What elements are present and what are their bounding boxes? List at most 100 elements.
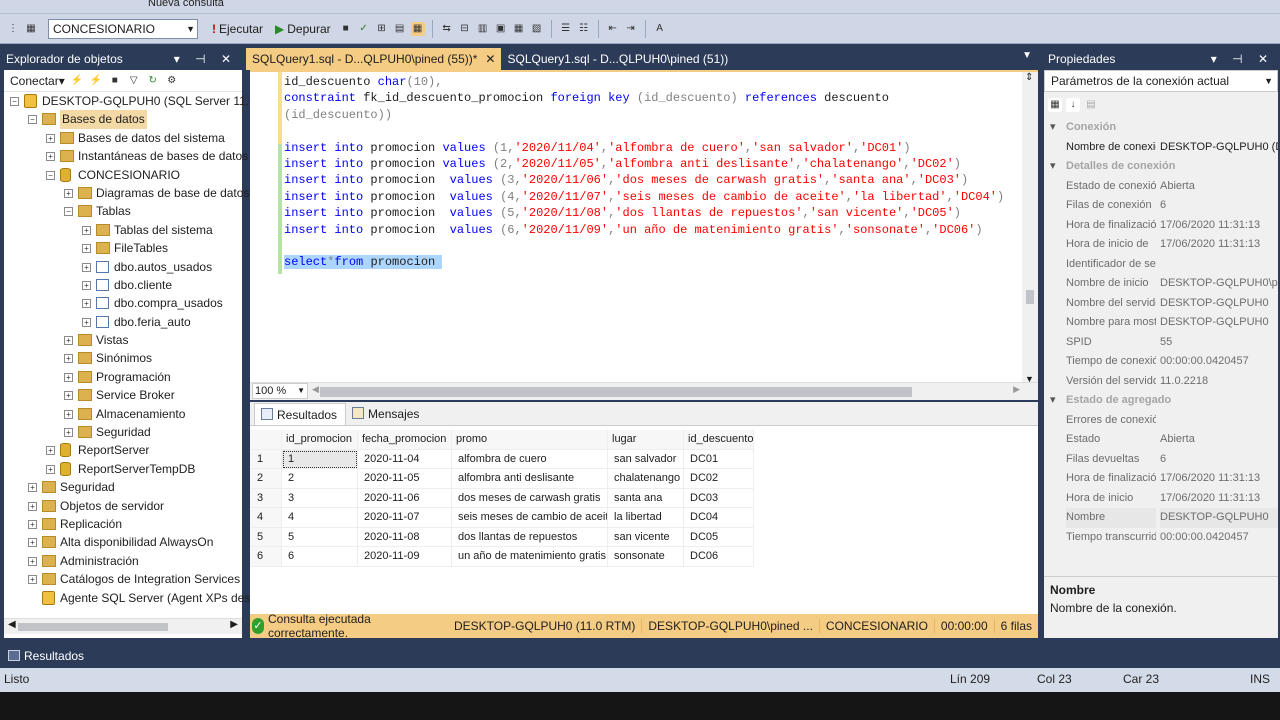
table-row[interactable]: 5 5 2020-11-08 dos llantas de repuestos san … — [250, 527, 754, 547]
results-grid-icon[interactable]: ▦ — [512, 22, 526, 36]
grid-cell[interactable]: san salvador — [608, 449, 684, 469]
property-row[interactable]: Filas devueltas 6 — [1044, 450, 1278, 470]
tree-node[interactable]: + Instantáneas de bases de datos — [4, 147, 248, 165]
expand-icon[interactable]: + — [28, 538, 37, 548]
increase-indent-icon[interactable]: ⇥ — [624, 22, 638, 36]
hscroll-thumb[interactable] — [320, 387, 912, 397]
tree-node[interactable]: + dbo.compra_usados — [4, 294, 242, 312]
grid-cell[interactable]: 1 — [282, 449, 358, 469]
grid-cell[interactable]: san vicente — [608, 527, 684, 547]
property-row[interactable]: Versión del servidor 11.0.2218 — [1044, 372, 1278, 392]
decrease-indent-icon[interactable]: ⇤ — [606, 22, 620, 36]
tree-node[interactable]: + Administración — [4, 552, 242, 570]
grid-cell[interactable]: alfombra anti deslisante — [452, 469, 608, 489]
column-header[interactable]: id_descuento — [684, 430, 754, 450]
categorized-icon[interactable]: ▦ — [1048, 98, 1062, 112]
property-row[interactable]: Nombre para mostrar DESKTOP-GQLPUH0 — [1044, 313, 1278, 333]
results-text-icon[interactable]: ▣ — [494, 22, 508, 36]
tab-query-1[interactable]: SQLQuery1.sql - D...QLPUH0\pined (55))* ✕ — [246, 48, 502, 70]
tree-node[interactable]: + dbo.cliente — [4, 276, 242, 294]
include-plan-icon[interactable]: ⊟ — [458, 22, 472, 36]
grid-cell[interactable]: DC01 — [684, 449, 754, 469]
grid-cell[interactable]: seis meses de cambio de aceite — [452, 508, 608, 528]
grid-cell[interactable]: un año de matenimiento gratis — [452, 547, 608, 567]
tree-node[interactable]: + FileTables — [4, 239, 242, 257]
grid-cell[interactable]: DC04 — [684, 508, 754, 528]
property-row[interactable]: Hora de inicio 17/06/2020 11:31:13 — [1044, 489, 1278, 509]
scroll-thumb[interactable] — [18, 623, 168, 631]
object-explorer-hscrollbar[interactable]: ◀ ▶ — [4, 618, 242, 634]
editor-vscrollbar[interactable]: ⇕ ▼ — [1022, 72, 1038, 384]
table-row[interactable]: 1 1 2020-11-04 alfombra de cuero san salvado… — [250, 449, 754, 469]
expand-icon[interactable]: + — [64, 354, 73, 364]
tab-results[interactable]: Resultados — [254, 403, 347, 425]
grid-cell[interactable]: 6 — [282, 547, 358, 567]
scroll-left-icon[interactable]: ◀ — [8, 619, 16, 630]
property-pages-icon[interactable]: ▤ — [1084, 98, 1098, 112]
tree-node[interactable]: + Bases de datos del sistema — [4, 129, 242, 147]
expand-icon[interactable]: + — [82, 262, 91, 272]
property-category[interactable]: ▾ Estado de agregado — [1044, 391, 1278, 411]
collapse-icon[interactable]: − — [28, 115, 37, 125]
intellisense-icon[interactable]: ⇆ — [440, 22, 454, 36]
grid-cell[interactable]: DC02 — [684, 469, 754, 489]
expand-icon[interactable]: + — [28, 483, 37, 493]
grid-cell[interactable]: DC03 — [684, 488, 754, 508]
tree-node[interactable]: − Tablas — [4, 202, 242, 220]
property-row[interactable]: Nombre DESKTOP-GQLPUH0 — [1044, 508, 1278, 528]
tree-node[interactable]: + Tablas del sistema — [4, 221, 242, 239]
expand-icon[interactable]: + — [64, 391, 73, 401]
grid-cell[interactable]: 2020-11-05 — [358, 469, 452, 489]
property-row[interactable]: Nombre del servidor DESKTOP-GQLPUH0 — [1044, 294, 1278, 314]
expand-icon[interactable]: + — [28, 519, 37, 529]
collapse-icon[interactable]: − — [64, 207, 73, 217]
tree-node[interactable]: + Replicación — [4, 515, 242, 533]
row-number[interactable]: 4 — [250, 508, 282, 528]
row-number[interactable]: 5 — [250, 527, 282, 547]
grid-cell[interactable]: alfombra de cuero — [452, 449, 608, 469]
column-header[interactable]: fecha_promocion — [358, 430, 452, 450]
disconnect-icon[interactable]: ⚡ — [89, 74, 103, 88]
database-selector[interactable]: CONCESIONARIO ▼ — [48, 18, 198, 39]
tree-node[interactable]: + Programación — [4, 368, 242, 386]
scroll-thumb[interactable] — [1026, 290, 1034, 304]
grid-cell[interactable]: 3 — [282, 488, 358, 508]
column-header[interactable]: id_promocion — [282, 430, 358, 450]
property-row[interactable]: Filas de conexión 6 — [1044, 196, 1278, 216]
grid-cell[interactable]: sonsonate — [608, 547, 684, 567]
panel-controls[interactable]: ▾ ⊣ ✕ — [174, 48, 237, 70]
debug-button[interactable]: ▶ Depurar — [271, 22, 335, 36]
cancel-query-icon[interactable]: ■ — [339, 22, 353, 36]
expand-icon[interactable]: + — [46, 446, 55, 456]
property-row[interactable]: Tiempo de conexión 00:00:00.0420457 — [1044, 352, 1278, 372]
grid-cell[interactable]: 2020-11-08 — [358, 527, 452, 547]
grid-cell[interactable]: 5 — [282, 527, 358, 547]
property-row[interactable]: Nombre de inicio DESKTOP-GQLPUH0\pined — [1044, 274, 1278, 294]
tree-node[interactable]: + Alta disponibilidad AlwaysOn — [4, 533, 242, 551]
tree-node[interactable]: + Service Broker — [4, 386, 242, 404]
expand-icon[interactable]: + — [64, 372, 73, 382]
collapse-icon[interactable]: − — [46, 170, 55, 180]
grid-cell[interactable]: dos llantas de repuestos — [452, 527, 608, 547]
tree-node[interactable]: − DESKTOP-GQLPUH0 (SQL Server 11.0.2218 — [4, 92, 286, 110]
tree-node[interactable]: + Objetos de servidor — [4, 497, 242, 515]
table-row[interactable]: 4 4 2020-11-07 seis meses de cambio de acei… — [250, 508, 754, 528]
table-row[interactable]: 6 6 2020-11-09 un año de matenimiento grati… — [250, 547, 754, 567]
grid-cell[interactable]: 2 — [282, 469, 358, 489]
tree-node[interactable]: + dbo.autos_usados — [4, 258, 242, 276]
client-stats-icon[interactable]: ▥ — [476, 22, 490, 36]
property-row[interactable]: Tiempo transcurrido 00:00:00.0420457 — [1044, 528, 1278, 548]
connect-button[interactable]: Conectar▾ — [10, 74, 65, 88]
tree-node[interactable]: + Seguridad — [4, 478, 242, 496]
tree-node[interactable]: + Sinónimos — [4, 349, 242, 367]
tree-node[interactable]: Agente SQL Server (Agent XPs deshabilita… — [4, 589, 306, 607]
expand-icon[interactable]: + — [64, 336, 73, 346]
expand-icon[interactable]: + — [28, 556, 37, 566]
parse-check-icon[interactable]: ✓ — [357, 22, 371, 36]
property-row[interactable]: Identificador de sesión — [1044, 255, 1278, 275]
grid-cell[interactable]: 2020-11-06 — [358, 488, 452, 508]
comment-icon[interactable]: ☰ — [559, 22, 573, 36]
stop-icon[interactable]: ■ — [108, 74, 122, 88]
expand-icon[interactable]: + — [46, 152, 55, 162]
tree-node[interactable]: + ReportServer — [4, 441, 242, 459]
